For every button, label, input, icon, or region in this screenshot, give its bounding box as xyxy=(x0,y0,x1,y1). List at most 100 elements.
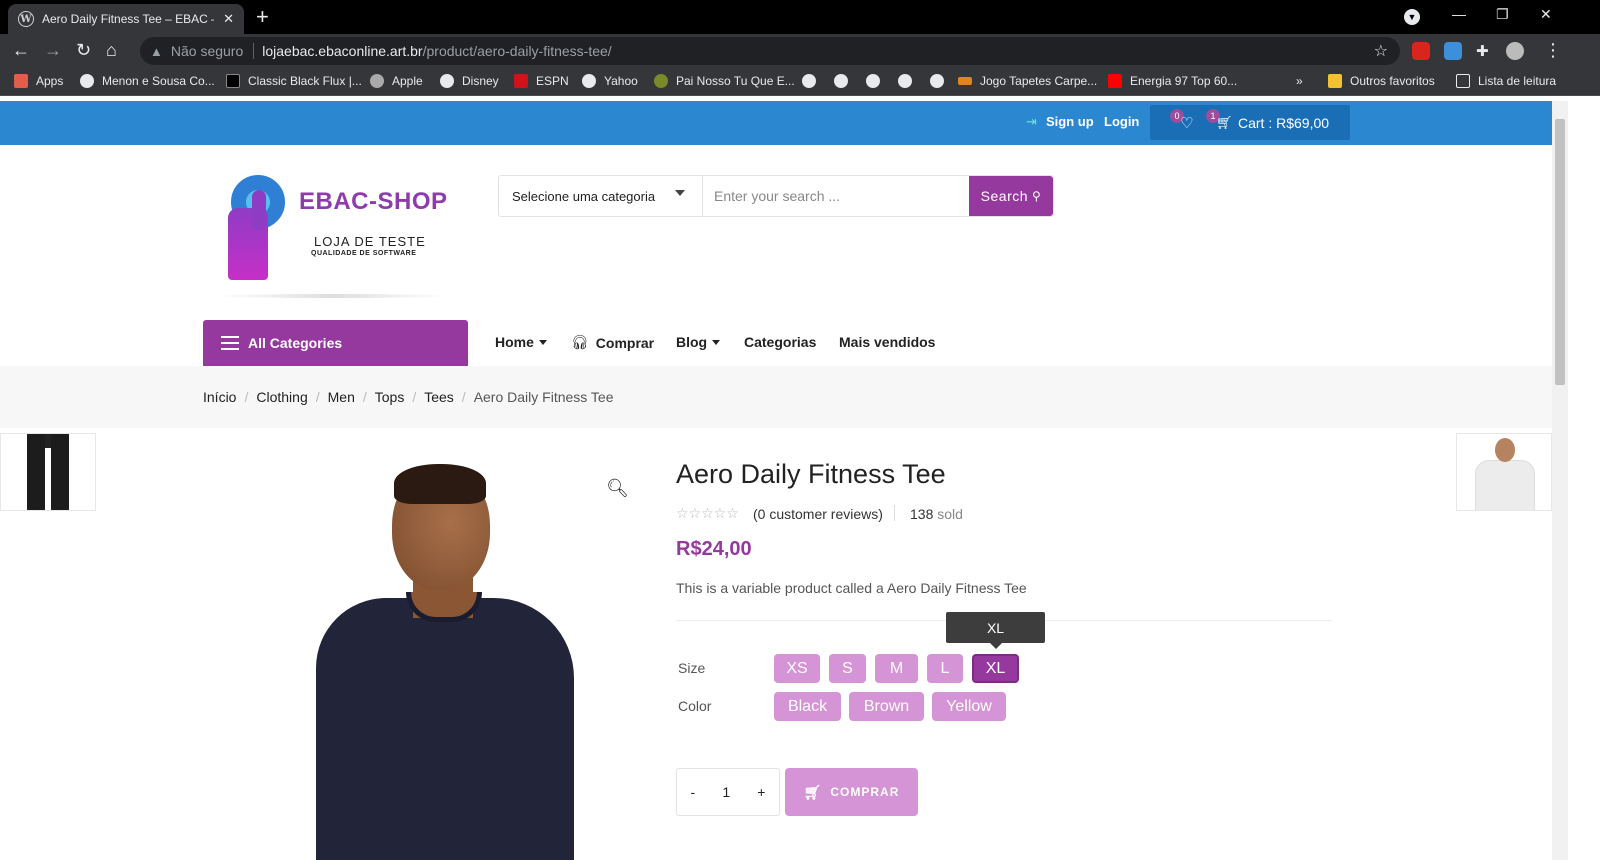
tab-close-icon[interactable]: ✕ xyxy=(223,11,234,27)
reading-list[interactable]: Lista de leitura xyxy=(1456,74,1556,88)
breadcrumb-tees[interactable]: Tees xyxy=(424,389,454,405)
search-input[interactable] xyxy=(703,176,969,216)
bookmark-item[interactable]: Apple xyxy=(370,74,423,88)
qty-minus-button[interactable]: - xyxy=(691,784,696,800)
cart-icon: 🛒︎ xyxy=(803,783,823,800)
address-bar[interactable]: ▲ Não seguro lojaebac.ebaconline.art.br … xyxy=(140,37,1400,65)
bookmark-item[interactable]: ESPN xyxy=(514,74,569,88)
globe-icon xyxy=(866,74,880,88)
globe-icon xyxy=(930,74,944,88)
breadcrumb-separator: / xyxy=(461,389,466,405)
cart-total-label[interactable]: Cart : R$69,00 xyxy=(1238,115,1329,131)
menu-kebab-icon[interactable]: ⋮ xyxy=(1544,40,1562,61)
color-option-yellow[interactable]: Yellow xyxy=(932,692,1006,721)
next-product-thumbnail[interactable] xyxy=(1456,433,1552,511)
model-hair xyxy=(394,464,486,504)
color-option-black[interactable]: Black xyxy=(774,692,841,721)
customer-reviews-link[interactable]: (0 customer reviews) xyxy=(753,506,883,522)
bookmark-item[interactable]: Menon e Sousa Co... xyxy=(80,74,215,88)
restore-icon[interactable]: ❐ xyxy=(1496,6,1509,23)
bookmark-globe-icon[interactable] xyxy=(866,74,888,88)
bookmark-star-icon[interactable]: ☆ xyxy=(1374,41,1388,61)
previous-product-thumbnail[interactable] xyxy=(0,433,96,511)
qty-value[interactable]: 1 xyxy=(722,784,730,800)
bookmark-item[interactable]: Classic Black Flux |... xyxy=(226,74,362,88)
menu-blog[interactable]: Blog xyxy=(676,334,721,350)
sold-count: 138 sold xyxy=(910,506,963,522)
size-option-s[interactable]: S xyxy=(829,654,866,683)
menu-label: Comprar xyxy=(595,334,655,351)
signup-link[interactable]: Sign up xyxy=(1046,114,1094,129)
home-icon[interactable]: ⌂ xyxy=(106,40,117,61)
product-image[interactable]: 🔍︎ xyxy=(250,440,650,860)
bookmark-item[interactable]: Yahoo xyxy=(582,74,638,88)
site-logo[interactable]: EBAC-SHOP LOJA DE TESTE QUALIDADE DE SOF… xyxy=(218,170,448,300)
pants-image xyxy=(27,434,69,510)
add-to-cart-label: COMPRAR xyxy=(830,785,900,799)
search-button[interactable]: Search ⚲ xyxy=(969,176,1053,216)
caret-down-icon xyxy=(712,339,721,345)
cart-box[interactable]: 0 ♡ 1 🛒︎ Cart : R$69,00 xyxy=(1150,105,1350,140)
bookmark-item[interactable]: Pai Nosso Tu Que E... xyxy=(654,74,795,88)
browser-tab[interactable]: W Aero Daily Fitness Tee – EBAC – Shop ✕ xyxy=(8,4,244,34)
bookmark-folder-outros[interactable]: Outros favoritos xyxy=(1328,74,1435,88)
extension-icon[interactable] xyxy=(1412,42,1430,60)
size-option-xs[interactable]: XS xyxy=(774,654,820,683)
model-head xyxy=(1495,438,1515,462)
bookmark-item[interactable]: Energia 97 Top 60... xyxy=(1108,74,1237,88)
address-divider xyxy=(253,43,255,59)
size-label: Size xyxy=(678,660,706,676)
extensions-puzzle-icon[interactable]: ✚ xyxy=(1476,42,1489,60)
menu-mais-vendidos[interactable]: Mais vendidos xyxy=(839,334,935,350)
caret-down-icon xyxy=(538,339,547,345)
page-scrollbar[interactable] xyxy=(1552,101,1568,860)
warning-icon: ▲ xyxy=(150,43,163,59)
bookmark-globe-icon[interactable] xyxy=(834,74,856,88)
new-tab-icon[interactable]: + xyxy=(256,4,269,30)
bookmark-label: Classic Black Flux |... xyxy=(248,74,362,88)
bookmark-item[interactable]: Jogo Tapetes Carpe... xyxy=(958,74,1097,88)
espn-icon xyxy=(514,74,528,88)
browser-tabstrip: W Aero Daily Fitness Tee – EBAC – Shop ✕… xyxy=(0,0,1600,34)
bookmark-globe-icon[interactable] xyxy=(802,74,824,88)
menu-home[interactable]: Home xyxy=(495,334,547,350)
breadcrumb-inicio[interactable]: Início xyxy=(203,389,236,405)
qty-plus-button[interactable]: + xyxy=(757,784,765,800)
menu-comprar[interactable]: 🎧︎ Comprar xyxy=(571,334,654,351)
bookmark-item[interactable]: Disney xyxy=(440,74,499,88)
globe-icon xyxy=(802,74,816,88)
bookmarks-overflow[interactable]: » xyxy=(1296,74,1303,88)
category-select[interactable]: Selecione uma categoria xyxy=(499,176,703,216)
menu-categorias[interactable]: Categorias xyxy=(744,334,816,350)
profile-avatar[interactable] xyxy=(1506,42,1524,60)
bookmark-label: Menon e Sousa Co... xyxy=(102,74,215,88)
url-path: /product/aero-daily-fitness-tee/ xyxy=(422,43,612,59)
back-icon[interactable]: ← xyxy=(12,40,30,61)
color-option-brown[interactable]: Brown xyxy=(849,692,924,721)
size-option-m[interactable]: M xyxy=(875,654,918,683)
product-price: R$24,00 xyxy=(676,538,752,560)
breadcrumb-tops[interactable]: Tops xyxy=(375,389,405,405)
scrollbar-thumb[interactable] xyxy=(1555,119,1565,385)
all-categories-button[interactable]: All Categories xyxy=(203,320,468,366)
size-option-l[interactable]: L xyxy=(927,654,963,683)
zoom-magnifier-icon[interactable]: 🔍︎ xyxy=(606,478,629,499)
bookmark-apps[interactable]: Apps xyxy=(14,74,63,88)
reload-icon[interactable]: ↻ xyxy=(76,40,91,61)
tab-search-icon[interactable]: ▼ xyxy=(1404,9,1420,25)
add-to-cart-button[interactable]: 🛒︎ COMPRAR xyxy=(785,768,918,816)
bookmark-globe-icon[interactable] xyxy=(930,74,952,88)
extension-icon[interactable] xyxy=(1444,42,1462,60)
forward-icon[interactable]: → xyxy=(44,40,62,61)
size-option-xl[interactable]: XL xyxy=(972,654,1019,683)
breadcrumb-men[interactable]: Men xyxy=(328,389,355,405)
breadcrumb-separator: / xyxy=(315,389,320,405)
bookmark-globe-icon[interactable] xyxy=(898,74,920,88)
minimize-icon[interactable]: — xyxy=(1452,6,1466,22)
breadcrumb-clothing[interactable]: Clothing xyxy=(256,389,307,405)
chevron-down-icon xyxy=(675,190,685,196)
sold-number: 138 xyxy=(910,506,934,522)
wishlist-heart-icon[interactable]: ♡ xyxy=(1180,114,1193,132)
login-link[interactable]: Login xyxy=(1104,114,1139,129)
window-close-icon[interactable]: ✕ xyxy=(1540,6,1552,23)
